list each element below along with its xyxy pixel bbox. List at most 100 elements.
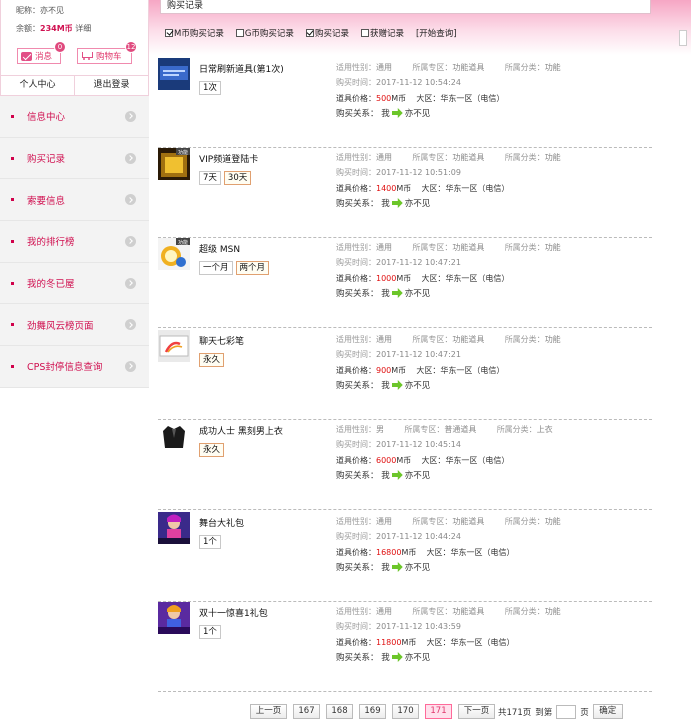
category-value: 功能 <box>544 607 561 616</box>
chevron-right-icon <box>125 235 136 247</box>
envelope-icon <box>21 51 32 61</box>
item-meta: 适用性别：通用 所属专区：功能道具 所属分类：功能 <box>336 516 561 527</box>
confirm-goto-button[interactable]: 确定 <box>592 704 623 719</box>
gender-value: 通用 <box>376 335 392 344</box>
sidebar-item-label: 劲舞风云榜页面 <box>27 320 94 332</box>
checkbox-checked-icon[interactable] <box>305 29 314 37</box>
duration-option-selected[interactable]: 永久 <box>199 443 225 457</box>
current-page-button[interactable]: 171 <box>425 704 452 719</box>
checkbox-unchecked-icon[interactable] <box>360 29 369 37</box>
tab-personal-center[interactable]: 个人中心 <box>1 76 75 95</box>
purchase-time: 购买时间：2017-11-12 10:43:59 <box>336 621 461 632</box>
filter-gifts-received[interactable]: 获赠记录 <box>360 27 404 39</box>
bullet-icon <box>11 281 14 285</box>
start-query-button[interactable]: [开始查询] <box>416 27 457 39</box>
duration-option[interactable]: 7天 <box>199 171 221 185</box>
filter-purchases[interactable]: 购买记录 <box>305 27 349 39</box>
relation-label: 购买关系： <box>336 381 379 391</box>
nickname-value: 亦不见 <box>40 6 64 15</box>
currency-label: M币 <box>396 456 412 465</box>
filter-g-coin-purchases[interactable]: G币购买记录 <box>235 27 294 39</box>
duration-option-selected[interactable]: 永久 <box>199 353 225 367</box>
chevron-right-icon <box>125 360 136 372</box>
goto-page-input[interactable] <box>556 704 577 719</box>
cart-button[interactable]: 购物车 12 <box>77 41 137 64</box>
buyer-name: 我 <box>381 199 390 209</box>
region-label: 大区： <box>426 638 451 647</box>
item-meta: 适用性别：通用 所属专区：功能道具 所属分类：功能 <box>336 606 561 617</box>
buyer-name: 我 <box>381 653 390 663</box>
gender-value: 通用 <box>376 153 392 162</box>
currency-label: M币 <box>391 366 407 375</box>
balance-line: 余额：234M币 详细 <box>16 23 91 34</box>
messages-count-badge: 0 <box>54 41 66 53</box>
next-page-button[interactable]: 下一页 <box>458 704 495 719</box>
sidebar-item-purchase-records[interactable]: 购买记录 <box>0 138 149 180</box>
black-jacket-icon <box>158 420 190 452</box>
page-button[interactable]: 167 <box>293 704 320 719</box>
buyer-name: 我 <box>381 563 390 573</box>
gender-value: 男 <box>376 425 384 434</box>
user-tabs: 个人中心 退出登录 <box>0 75 149 96</box>
relation-label: 购买关系： <box>336 289 379 299</box>
purchase-record: 聊天七彩笔 永久 适用性别：通用 所属专区：功能道具 所属分类：功能 购买时间：… <box>158 330 652 420</box>
time-label: 购买时间： <box>336 168 376 177</box>
time-label: 购买时间： <box>336 350 376 359</box>
cart-count-badge: 12 <box>125 41 137 53</box>
duration-option-selected[interactable]: 两个月 <box>235 261 270 275</box>
time-value: 2017-11-12 10:47:21 <box>376 258 461 267</box>
duration-option[interactable]: 一个月 <box>199 261 233 275</box>
duration-option-selected[interactable]: 30天 <box>223 171 252 185</box>
zone-label: 所属专区： <box>404 425 445 434</box>
duration-option[interactable]: 1个 <box>199 535 221 549</box>
sidebar-item-cps-ban-query[interactable]: CPS封停信息查询 <box>0 346 149 388</box>
checkbox-unchecked-icon[interactable] <box>235 29 244 37</box>
svg-text:功能: 功能 <box>178 149 188 156</box>
item-name: 成功人士 黑刻男上衣 <box>199 427 283 437</box>
balance-detail-link[interactable]: 详细 <box>75 24 91 33</box>
sidebar-item-dance-ranking[interactable]: 劲舞风云榜页面 <box>0 304 149 347</box>
arrow-right-icon <box>391 108 403 118</box>
purchase-time: 购买时间：2017-11-12 10:45:14 <box>336 439 461 450</box>
scroll-handle[interactable] <box>679 30 687 46</box>
price-value: 900 <box>376 366 392 375</box>
relation-label: 购买关系： <box>336 109 379 119</box>
prev-page-button[interactable]: 上一页 <box>250 704 287 719</box>
filter-m-coin-purchases[interactable]: M币购买记录 <box>165 27 224 39</box>
page-button[interactable]: 169 <box>359 704 386 719</box>
page-button[interactable]: 168 <box>326 704 353 719</box>
cart-icon <box>81 51 93 61</box>
time-label: 购买时间： <box>336 78 376 87</box>
checkbox-checked-icon[interactable] <box>165 29 173 37</box>
gender-label: 适用性别： <box>336 335 376 344</box>
price-label: 道具价格： <box>336 274 376 283</box>
duration-option[interactable]: 1个 <box>199 625 221 639</box>
sidebar-item-my-house[interactable]: 我的冬已屋 <box>0 263 149 305</box>
sidebar-item-request-info[interactable]: 索要信息 <box>0 179 149 222</box>
relation-label: 购买关系： <box>336 563 379 573</box>
zone-label: 所属专区： <box>412 243 453 252</box>
time-value: 2017-11-12 10:47:21 <box>376 350 461 359</box>
purchase-time: 购买时间：2017-11-12 10:47:21 <box>336 349 461 360</box>
region-label: 大区： <box>421 456 446 465</box>
region-label: 大区： <box>426 548 451 557</box>
sidebar-item-info-center[interactable]: 信息中心 <box>0 96 149 138</box>
zone-value: 功能道具 <box>452 153 485 162</box>
duration-option[interactable]: 1次 <box>199 81 221 95</box>
messages-button[interactable]: 消息 0 <box>17 41 66 64</box>
zone-label: 所属专区： <box>412 607 453 616</box>
item-meta: 适用性别：男 所属专区：普通道具 所属分类：上衣 <box>336 424 553 435</box>
sidebar-item-my-rankings[interactable]: 我的排行榜 <box>0 221 149 263</box>
zone-value: 普通道具 <box>444 425 477 434</box>
item-name: 超级 MSN <box>199 245 241 255</box>
recipient-name: 亦不见 <box>404 471 431 481</box>
vip-card-icon: 功能 <box>158 148 190 180</box>
tab-logout[interactable]: 退出登录 <box>75 76 148 95</box>
page-button[interactable]: 170 <box>392 704 419 719</box>
sidebar: 昵称：亦不见 余额：234M币 详细 消息 0 购物车 12 个人中心 退出登录… <box>0 0 149 390</box>
time-label: 购买时间： <box>336 440 376 449</box>
time-value: 2017-11-12 10:54:24 <box>376 78 461 87</box>
category-value: 功能 <box>544 153 561 162</box>
messages-label: 消息 <box>35 52 53 62</box>
category-value: 功能 <box>544 335 561 344</box>
